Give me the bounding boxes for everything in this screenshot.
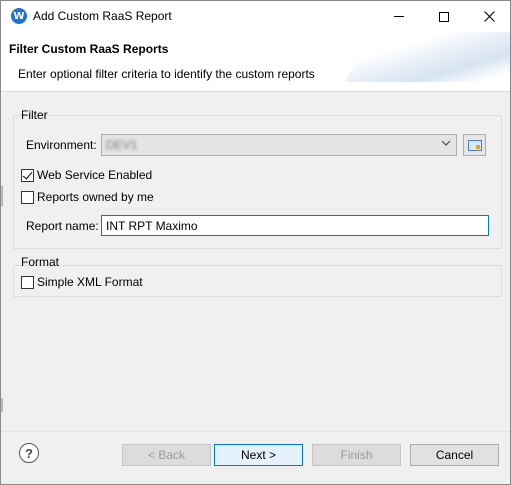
- button-bar: ? < Back Next > Finish Cancel: [1, 431, 510, 484]
- close-button[interactable]: [466, 1, 510, 32]
- window-edge: [1, 186, 3, 206]
- owned-by-me-row[interactable]: Reports owned by me: [21, 190, 154, 204]
- help-icon[interactable]: ?: [19, 443, 39, 463]
- filter-legend: Filter: [21, 108, 48, 122]
- page-title: Filter Custom RaaS Reports: [9, 42, 169, 56]
- minimize-icon: [394, 16, 404, 17]
- environment-select[interactable]: DEV1: [101, 134, 457, 156]
- simple-xml-label: Simple XML Format: [37, 275, 143, 289]
- environment-label: Environment:: [26, 138, 97, 152]
- simple-xml-row[interactable]: Simple XML Format: [21, 275, 143, 289]
- maximize-icon: [439, 11, 449, 22]
- browse-icon: [467, 139, 482, 151]
- title-bar: W Add Custom RaaS Report: [1, 1, 510, 32]
- environment-value: DEV1: [106, 138, 138, 152]
- workday-app-icon: W: [11, 8, 27, 24]
- cancel-button[interactable]: Cancel: [410, 444, 499, 466]
- page-description: Enter optional filter criteria to identi…: [18, 67, 315, 81]
- report-name-input[interactable]: [101, 215, 489, 236]
- web-service-label: Web Service Enabled: [37, 168, 153, 182]
- chevron-down-icon: [441, 140, 451, 146]
- window-title: Add Custom RaaS Report: [33, 9, 172, 23]
- simple-xml-checkbox[interactable]: [21, 275, 34, 289]
- finish-button[interactable]: Finish: [312, 444, 401, 466]
- web-service-row[interactable]: Web Service Enabled: [21, 168, 152, 182]
- format-legend: Format: [21, 255, 60, 269]
- web-service-checkbox[interactable]: [21, 168, 34, 182]
- report-name-label: Report name:: [26, 219, 99, 233]
- close-icon: [483, 11, 495, 22]
- owned-by-me-label: Reports owned by me: [37, 190, 154, 204]
- window-edge: [1, 398, 3, 412]
- next-button[interactable]: Next >: [214, 444, 303, 466]
- banner-decoration: [344, 32, 510, 82]
- minimize-button[interactable]: [376, 1, 422, 32]
- maximize-button[interactable]: [421, 1, 467, 32]
- owned-by-me-checkbox[interactable]: [21, 190, 34, 204]
- header-banner: Filter Custom RaaS Reports Enter optiona…: [1, 32, 510, 92]
- dialog-window: W Add Custom RaaS Report Filter Custom R…: [0, 0, 511, 485]
- back-button[interactable]: < Back: [122, 444, 211, 466]
- environment-browse-button[interactable]: [463, 134, 486, 156]
